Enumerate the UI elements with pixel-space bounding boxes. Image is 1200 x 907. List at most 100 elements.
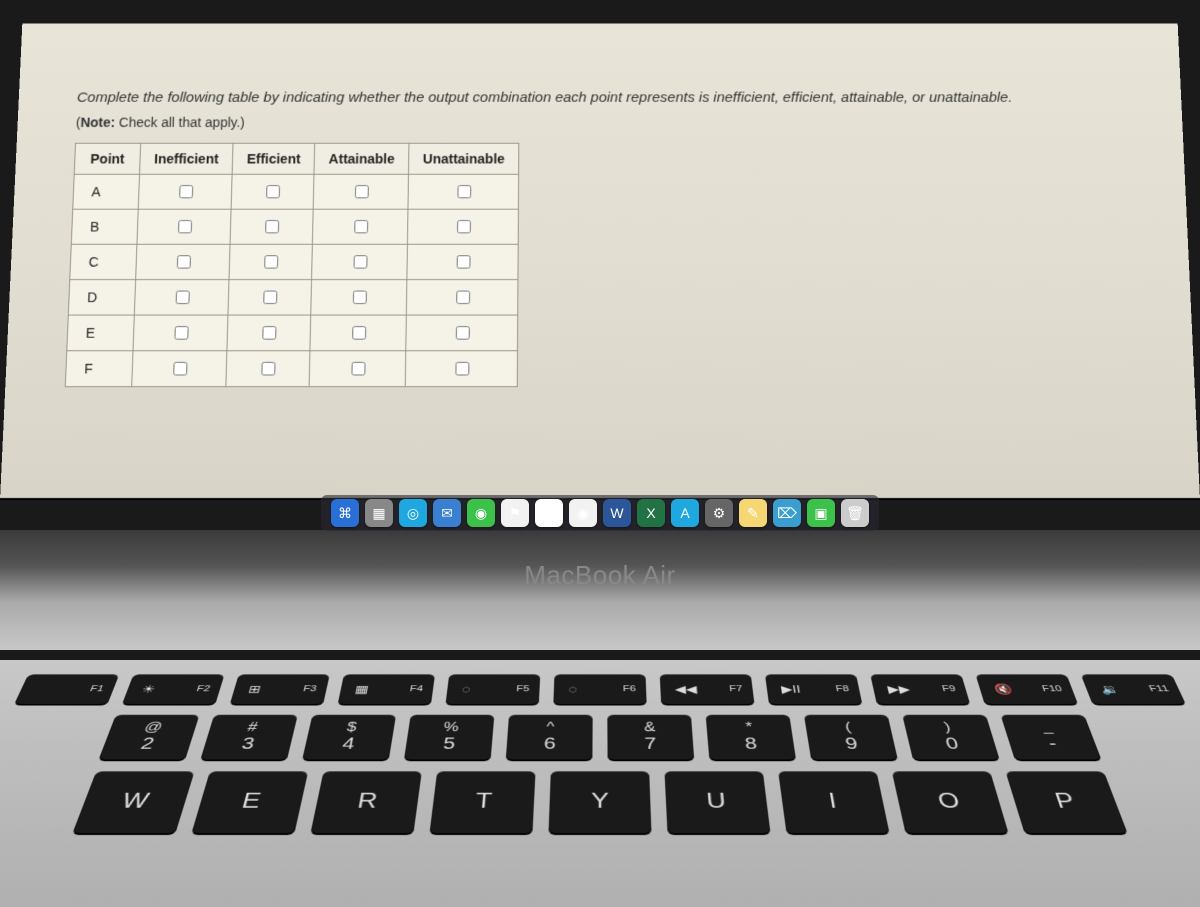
key-label: F10 [1041,685,1064,694]
dock-preview-icon[interactable]: ⌦ [773,499,801,527]
checkbox-C-efficient[interactable] [264,255,278,268]
dock-chrome-icon[interactable]: ◉ [569,499,597,527]
key-i: I [778,771,889,833]
checkbox-C-inefficient[interactable] [176,255,190,268]
checkbox-cell [313,209,408,244]
key-w: W [72,771,194,833]
checkbox-F-efficient[interactable] [262,361,276,375]
dock-facetime-icon[interactable]: ▣ [807,499,835,527]
checkbox-cell [407,209,518,244]
checkbox-E-unattainable[interactable] [455,326,469,340]
dock-settings-icon[interactable]: ⚙ [705,499,733,527]
checkbox-cell [310,315,406,351]
table-row: E [67,315,518,351]
key-label: F5 [516,685,530,694]
checkbox-cell [406,315,518,351]
key-f10: 🔇F10 [975,674,1077,704]
dock-messages-icon[interactable]: ◉ [467,499,495,527]
key-label: F6 [623,685,636,694]
checkbox-cell [134,279,229,314]
key-0: )0 [902,715,999,760]
dock-launchpad-icon[interactable]: ▦ [365,499,393,527]
laptop-model-label: MacBook Air [524,560,675,591]
key-6: ^6 [506,715,593,760]
checkbox-E-attainable[interactable] [352,326,366,340]
col-header-attainable: Attainable [314,143,409,174]
table-row: A [73,174,519,209]
dock-appstore-icon[interactable]: A [671,499,699,527]
macos-dock: ⌘▦◎✉◉⚑✿◉WXA⚙✎⌦▣🗑 [321,495,879,531]
classification-table: PointInefficientEfficientAttainableUnatt… [65,142,520,386]
dock-photos-icon[interactable]: ✿ [535,499,563,527]
key-symbol-icon: ◌ [461,683,471,695]
key-symbol-icon: ◀◀ [674,683,697,696]
note-text: (Note: Check all that apply.) [76,114,1125,129]
key-7: &7 [607,715,694,760]
checkbox-F-inefficient[interactable] [173,361,187,375]
checkbox-A-unattainable[interactable] [457,185,471,198]
dock-trash-icon[interactable]: 🗑 [841,499,869,527]
key-symbol-icon: ▦ [354,683,370,696]
key-8: *8 [706,715,796,760]
key-symbol-icon: 🔉 [1098,683,1121,696]
dock-excel-icon[interactable]: X [637,499,665,527]
key-y: Y [549,771,652,833]
point-label: D [68,279,135,314]
checkbox-cell [228,279,312,314]
checkbox-A-efficient[interactable] [266,185,280,198]
checkbox-C-attainable[interactable] [353,255,367,268]
checkbox-cell [138,174,232,209]
key-9: (9 [804,715,898,760]
checkbox-B-unattainable[interactable] [457,220,471,233]
key-f7: ◀◀F7 [660,674,755,704]
dock-maps-icon[interactable]: ⚑ [501,499,529,527]
checkbox-B-efficient[interactable] [265,220,279,233]
key-t: T [429,771,535,833]
checkbox-cell [226,350,310,386]
checkbox-cell [309,350,405,386]
dock-word-icon[interactable]: W [603,499,631,527]
key-4: $4 [302,715,396,760]
checkbox-cell [312,244,408,279]
point-label: E [67,315,135,351]
key-label: F8 [835,685,850,694]
checkbox-B-attainable[interactable] [354,220,368,233]
point-label: B [71,209,138,244]
col-header-unattainable: Unattainable [409,143,519,174]
col-header-efficient: Efficient [232,143,315,174]
dock-mail-icon[interactable]: ✉ [433,499,461,527]
instruction-text: Complete the following table by indicati… [76,88,1123,109]
key-label: F1 [88,685,105,694]
key-5: %5 [404,715,494,760]
checkbox-F-unattainable[interactable] [455,361,469,375]
checkbox-cell [405,350,517,386]
checkbox-D-inefficient[interactable] [175,290,189,303]
key-symbol-icon: ☀ [140,683,157,696]
checkbox-E-efficient[interactable] [263,326,277,340]
checkbox-D-efficient[interactable] [263,290,277,303]
checkbox-D-attainable[interactable] [353,290,367,303]
key-label: F4 [409,685,423,694]
checkbox-cell [311,279,407,314]
key-symbol-icon: ▶▶ [886,683,911,696]
key-symbol-icon: ◌ [568,683,577,695]
key-symbol-icon: ⊞ [247,683,263,696]
checkbox-A-inefficient[interactable] [179,185,193,198]
key-label: F11 [1148,685,1171,694]
checkbox-B-inefficient[interactable] [178,220,192,233]
checkbox-cell [227,315,311,351]
key-symbol-icon: ▶II [780,683,801,696]
key-label: F3 [302,685,317,694]
checkbox-F-attainable[interactable] [351,361,365,375]
checkbox-cell [133,315,228,351]
checkbox-D-unattainable[interactable] [456,290,470,303]
checkbox-E-inefficient[interactable] [174,326,188,340]
checkbox-A-attainable[interactable] [355,185,369,198]
checkbox-C-unattainable[interactable] [456,255,470,268]
dock-safari-icon[interactable]: ◎ [399,499,427,527]
key-f3: ⊞ F3 [230,674,330,704]
table-row: D [68,279,518,314]
dock-finder-icon[interactable]: ⌘ [331,499,359,527]
dock-notes-icon[interactable]: ✎ [739,499,767,527]
table-row: F [65,350,517,386]
